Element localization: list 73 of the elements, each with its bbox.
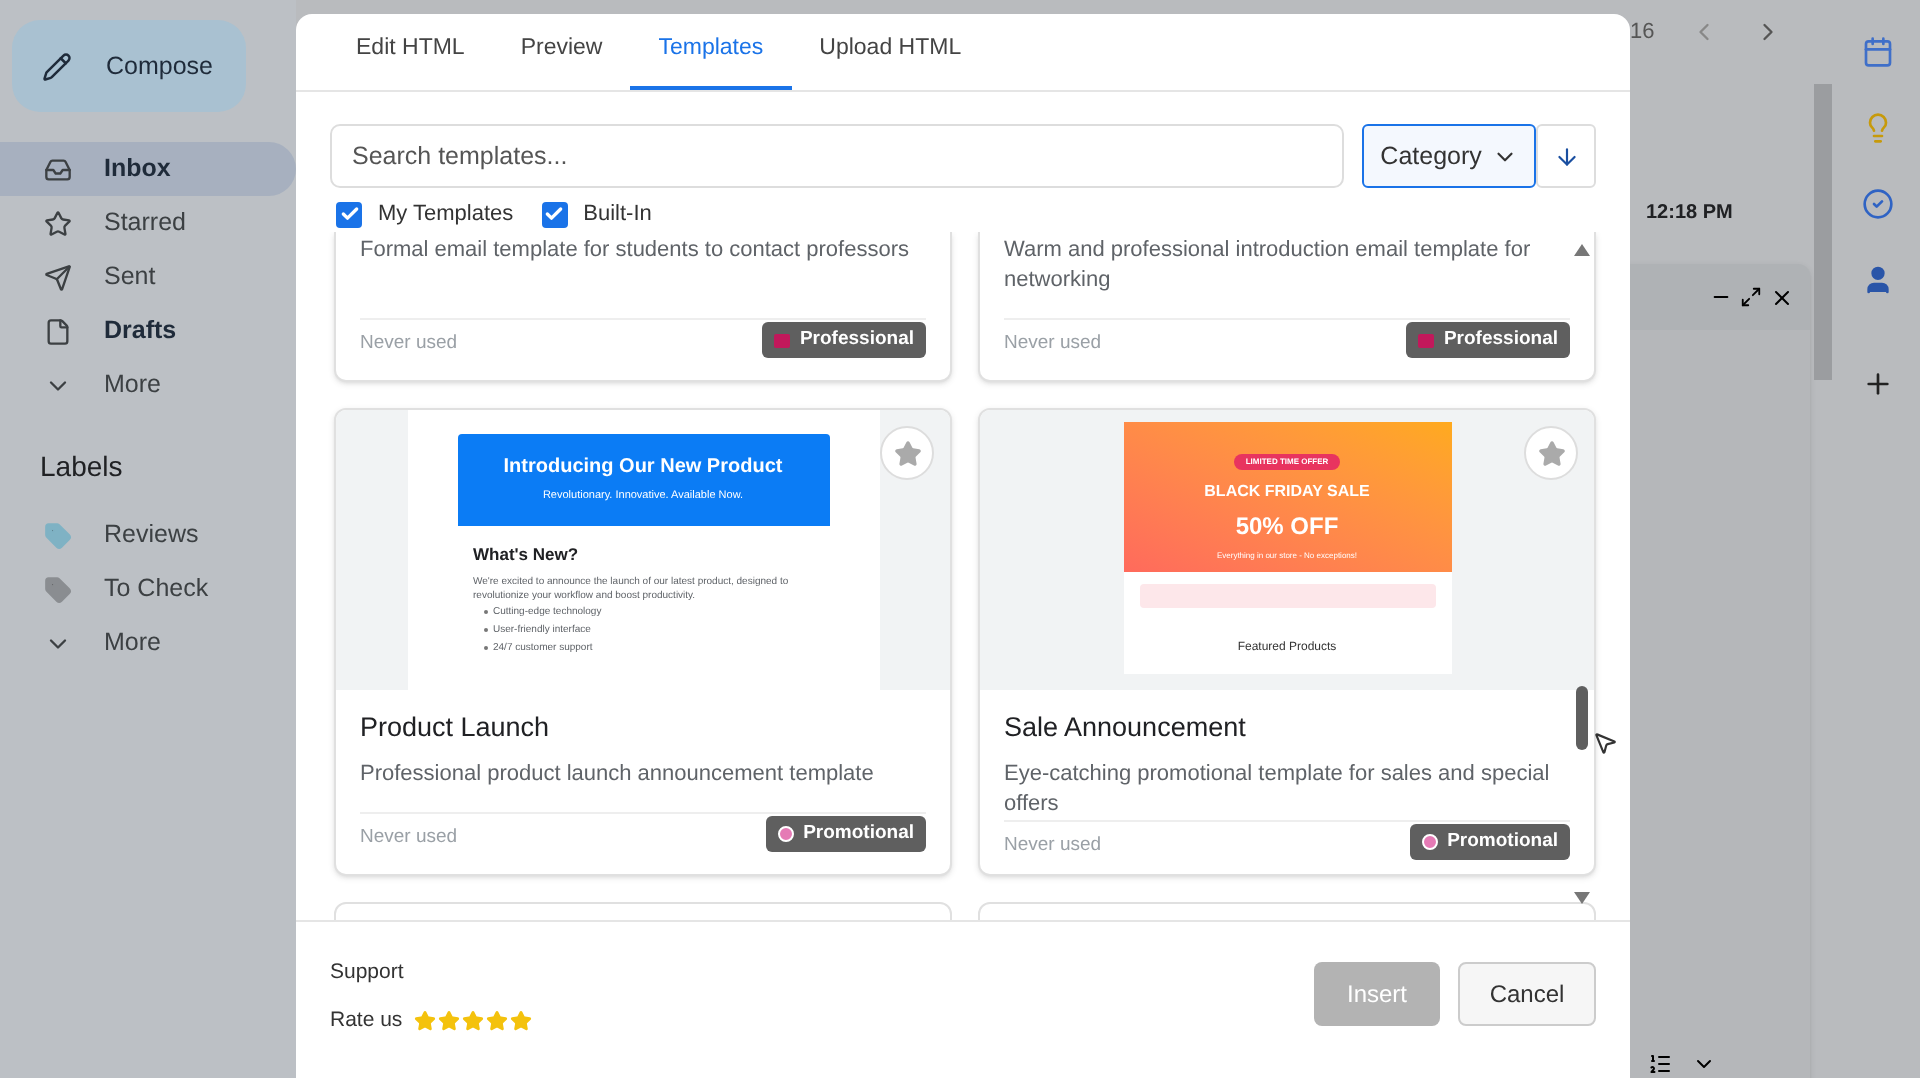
category-badge: Professional (761, 322, 926, 358)
search-field[interactable]: Search templates... (330, 124, 1345, 188)
favorite-button[interactable] (1524, 426, 1578, 480)
calendar-icon[interactable] (1862, 36, 1894, 68)
sidebar-item[interactable]: Starred (0, 196, 296, 250)
star-icon (438, 1010, 461, 1033)
support-link[interactable]: Support (330, 958, 533, 990)
sent-icon (44, 263, 72, 291)
template-description: Eye-catching promotional template for sales and special offers (1004, 760, 1552, 820)
check-icon (339, 204, 359, 224)
template-title: Sale Announcement (1004, 710, 1248, 746)
category-badge: Professional (1405, 322, 1570, 358)
arrow-down-icon (1553, 143, 1580, 169)
sidebar-item[interactable]: More (0, 616, 296, 670)
usage-text: Never used (360, 329, 458, 358)
add-icon[interactable] (1862, 368, 1894, 400)
rate-label: Rate us (330, 1005, 403, 1036)
person-icon[interactable] (1862, 264, 1894, 296)
template-card[interactable] (978, 408, 1596, 876)
favorite-button[interactable] (880, 426, 934, 480)
scroll-thumb[interactable] (1576, 686, 1588, 750)
usage-text: Never used (360, 823, 458, 852)
sidebar-item[interactable]: More (0, 358, 296, 412)
scroll-up-icon[interactable] (1574, 244, 1590, 256)
sort-button[interactable] (1536, 124, 1596, 188)
template-title: Product Launch (360, 710, 552, 746)
tab[interactable]: Preview (492, 14, 631, 90)
scroll-down-icon[interactable] (1574, 892, 1590, 904)
tab[interactable]: Edit HTML (328, 14, 493, 90)
star-icon (462, 1010, 485, 1033)
drafts-icon (44, 317, 72, 345)
star-icon (510, 1010, 533, 1033)
sidebar-item[interactable]: Drafts (0, 304, 296, 358)
tab[interactable]: Templates (630, 14, 792, 90)
star-icon (893, 439, 921, 467)
template-description: Formal email template for students to contact professors (360, 236, 912, 266)
mouse-cursor-icon (1592, 730, 1618, 756)
tab[interactable]: Upload HTML (791, 14, 990, 90)
sidebar-item[interactable]: Sent (0, 250, 296, 304)
cancel-button[interactable]: Cancel (1458, 961, 1596, 1026)
expand-icon[interactable] (1740, 286, 1762, 308)
sidebar-item[interactable]: Reviews (0, 508, 296, 562)
usage-text: Never used (1004, 329, 1102, 358)
star-rating[interactable] (414, 1010, 533, 1033)
page-range-text: 16 (1630, 18, 1655, 48)
star-icon (486, 1010, 509, 1033)
category-badge: Promotional (765, 816, 926, 852)
numbered-list-icon[interactable] (1648, 1052, 1672, 1076)
checkbox[interactable] (336, 201, 362, 227)
category-dropdown[interactable]: Category (1362, 124, 1537, 188)
category-badge: Promotional (1409, 824, 1570, 860)
template-card[interactable]: Formal email template for students to contact professors Never used Professional (334, 232, 952, 382)
sidebar-item[interactable]: To Check (0, 562, 296, 616)
filter-label: My Templates (378, 199, 514, 230)
template-card[interactable]: Warm and professional introduction email template for networking Never used Professional (978, 232, 1596, 382)
filter-label: Built-In (583, 199, 652, 230)
inbox-icon (44, 155, 72, 183)
sidebar-item[interactable]: Inbox (0, 142, 296, 196)
template-description: Professional product launch announcement template (360, 760, 876, 790)
usage-text: Never used (1004, 831, 1102, 860)
close-icon[interactable] (1770, 285, 1794, 309)
checkbox[interactable] (541, 201, 568, 227)
template-card[interactable] (334, 408, 952, 876)
labels-heading: Labels (38, 448, 125, 486)
pencil-icon (42, 51, 72, 81)
starred-icon (44, 209, 72, 237)
task-check-icon[interactable] (1862, 188, 1894, 220)
star-icon (414, 1010, 437, 1033)
email-time: 12:18 PM (1646, 200, 1733, 228)
star-icon (1537, 439, 1565, 467)
template-description: Warm and professional introduction email template for networking (1004, 236, 1533, 296)
check-icon (544, 204, 565, 224)
compose-button[interactable]: Compose (12, 20, 246, 112)
